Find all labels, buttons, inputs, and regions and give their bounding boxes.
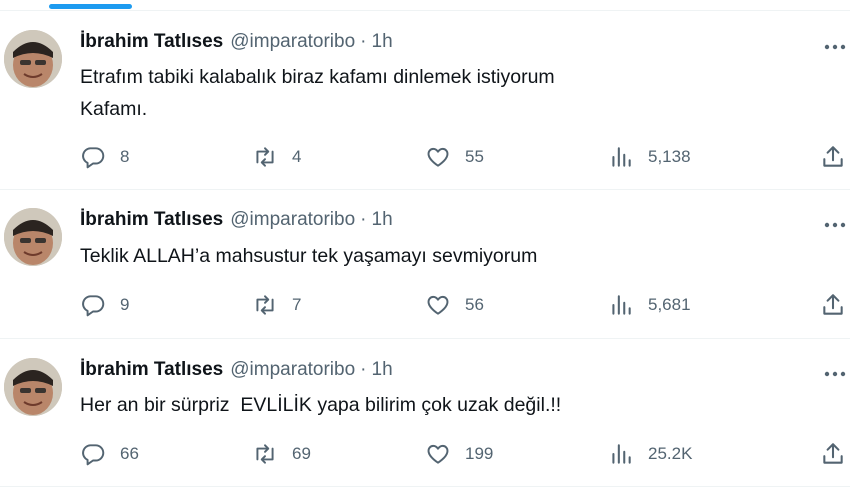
separator-dot: · [360,209,367,230]
avatar-photo [4,208,62,266]
retweet-button[interactable]: 7 [252,290,301,320]
display-name[interactable]: İbrahim Tatlıses [80,209,223,231]
share-icon [823,146,843,167]
tweet-3[interactable]: İbrahim Tatlıses @imparatoribo · 1h Her … [0,339,850,487]
tweet-text: Her an bir sürpriz EVLİLİK yapa bilirim … [80,394,562,416]
tweet-header: İbrahim Tatlıses @imparatoribo · 1h [80,209,393,235]
display-name[interactable]: İbrahim Tatlıses [80,359,223,381]
avatar-photo [4,358,62,416]
like-icon [427,444,449,464]
views-count: 25.2K [648,444,693,463]
retweet-icon [256,444,274,464]
more-icon [824,222,846,228]
views-count: 5,138 [648,147,691,166]
display-name[interactable]: İbrahim Tatlıses [80,31,223,53]
retweet-button[interactable]: 69 [252,439,311,469]
user-handle[interactable]: @imparatoribo [230,31,355,53]
tweet-actions: 66 69 199 25.2K [80,439,850,469]
views-button[interactable]: 5,681 [608,290,691,320]
avatar[interactable] [4,358,62,416]
avatar[interactable] [4,30,62,88]
share-button[interactable] [820,290,846,320]
timestamp[interactable]: 1h [372,31,393,53]
tweet-2[interactable]: İbrahim Tatlıses @imparatoribo · 1h Tekl… [0,190,850,339]
views-icon [612,295,631,315]
like-button[interactable]: 199 [425,439,493,469]
views-button[interactable]: 25.2K [608,439,692,469]
separator-dot: · [360,31,367,52]
retweet-count: 7 [292,295,302,314]
separator-dot: · [360,359,367,380]
more-icon [824,44,846,50]
share-icon [823,443,843,464]
like-count: 55 [465,147,484,166]
more-options-button[interactable] [822,37,848,57]
tweet-actions: 8 4 55 5,138 [80,142,850,172]
share-icon [823,294,843,315]
tweet-header: İbrahim Tatlıses @imparatoribo · 1h [80,359,393,385]
reply-button[interactable]: 9 [80,290,129,320]
views-icon [612,444,631,464]
reply-icon [82,444,105,466]
retweet-button[interactable]: 4 [252,142,301,172]
share-button[interactable] [820,142,846,172]
reply-count: 8 [120,147,130,166]
user-handle[interactable]: @imparatoribo [230,359,355,381]
retweet-icon [256,295,274,315]
reply-count: 66 [120,444,139,463]
retweet-icon [256,147,274,167]
retweet-count: 4 [292,147,302,166]
like-count: 199 [465,444,494,463]
tweet-1[interactable]: İbrahim Tatlıses @imparatoribo · 1h Etra… [0,11,850,190]
like-count: 56 [465,295,484,314]
views-button[interactable]: 5,138 [608,142,691,172]
user-handle[interactable]: @imparatoribo [230,209,355,231]
avatar[interactable] [4,208,62,266]
more-options-button[interactable] [822,364,848,384]
reply-count: 9 [120,295,130,314]
like-button[interactable]: 55 [425,142,484,172]
tweet-header: İbrahim Tatlıses @imparatoribo · 1h [80,31,393,57]
reply-icon [82,295,105,317]
views-count: 5,681 [648,295,691,314]
share-button[interactable] [820,439,846,469]
avatar-photo [4,30,62,88]
timestamp[interactable]: 1h [372,359,393,381]
reply-button[interactable]: 8 [80,142,129,172]
like-button[interactable]: 56 [425,290,484,320]
reply-button[interactable]: 66 [80,439,139,469]
tweet-text: Teklik ALLAH’a mahsustur tek yaşamayı se… [80,245,538,267]
views-icon [612,147,631,167]
tweet-text: Etrafım tabiki kalabalık biraz kafamı di… [80,66,555,120]
like-icon [427,295,449,315]
active-tab-indicator [49,4,132,9]
like-icon [427,147,449,167]
more-options-button[interactable] [822,215,848,235]
reply-icon [82,147,105,169]
timestamp[interactable]: 1h [372,209,393,231]
tweet-actions: 9 7 56 5,681 [80,290,850,320]
retweet-count: 69 [292,444,311,463]
more-icon [824,371,846,377]
